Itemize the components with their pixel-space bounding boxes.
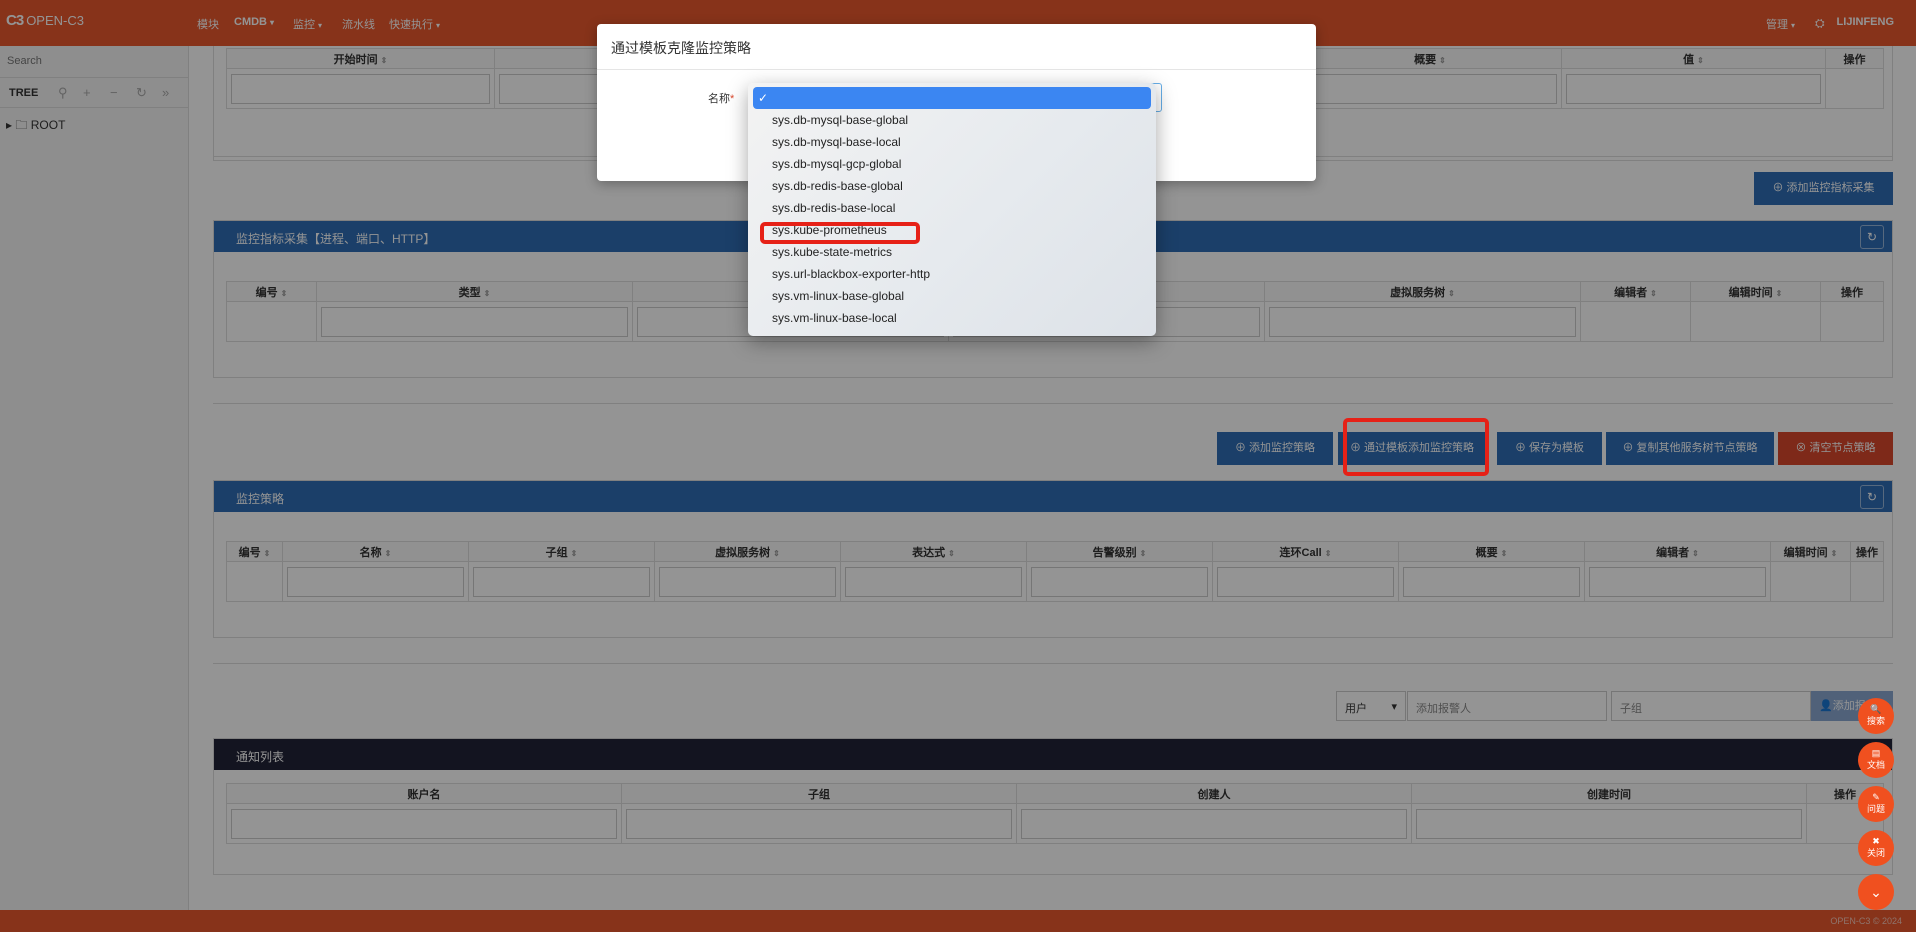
book-icon: ▤ <box>1871 748 1881 758</box>
dropdown-option[interactable]: sys.db-redis-base-local <box>748 197 1156 219</box>
highlight-box-template-button <box>1343 418 1489 476</box>
fab-docs[interactable]: ▤ 文档 <box>1858 742 1894 778</box>
modal-title: 通过模板克隆监控策略 <box>597 24 1316 70</box>
edit-icon: ✎ <box>1872 792 1880 802</box>
scroll-down-icon[interactable]: ⌄ <box>1858 874 1894 910</box>
dropdown-option[interactable]: sys.vm-linux-base-global <box>748 285 1156 307</box>
dropdown-option[interactable]: sys.url-blackbox-exporter-http <box>748 263 1156 285</box>
check-icon: ✓ <box>758 91 769 105</box>
dropdown-option[interactable]: sys.db-mysql-gcp-global <box>748 153 1156 175</box>
close-icon: ✖ <box>1872 836 1880 846</box>
dropdown-option[interactable]: sys.kube-state-metrics <box>748 241 1156 263</box>
dropdown-option[interactable]: sys.vm-linux-base-local <box>748 307 1156 329</box>
template-dropdown-list: ✓ sys.db-mysql-base-global sys.db-mysql-… <box>748 83 1156 336</box>
dropdown-option[interactable]: sys.db-mysql-base-local <box>748 131 1156 153</box>
dropdown-option[interactable]: sys.db-mysql-base-global <box>748 109 1156 131</box>
dropdown-option-empty[interactable]: ✓ <box>753 87 1151 109</box>
fab-search[interactable]: 🔍 搜索 <box>1858 698 1894 734</box>
dropdown-option[interactable]: sys.db-redis-base-global <box>748 175 1156 197</box>
name-field-label: 名称* <box>708 93 735 105</box>
highlight-box-kube-prometheus <box>760 222 920 244</box>
fab-issues[interactable]: ✎ 问题 <box>1858 786 1894 822</box>
search-icon: 🔍 <box>1870 704 1882 714</box>
fab-close[interactable]: ✖ 关闭 <box>1858 830 1894 866</box>
